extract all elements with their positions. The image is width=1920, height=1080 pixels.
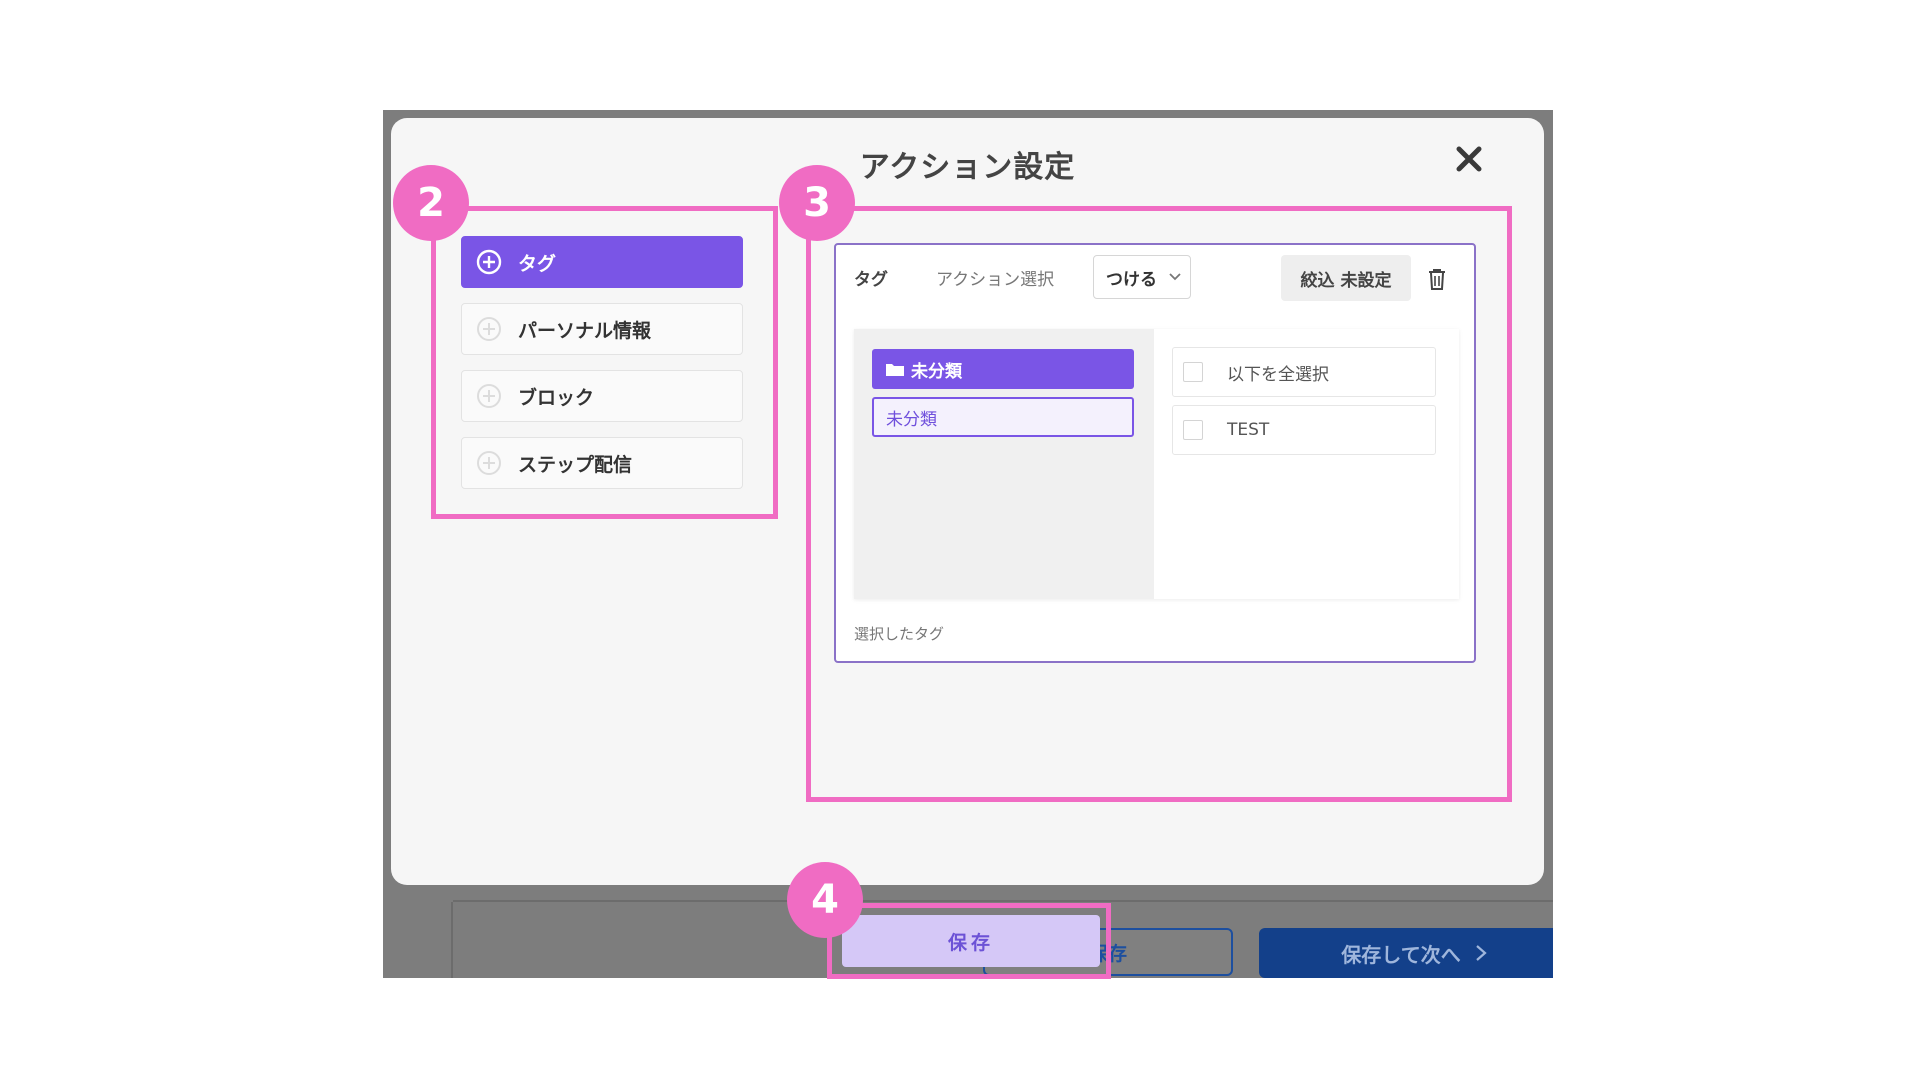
background-divider-vertical: [451, 902, 453, 978]
save-and-next-label: 保存して次へ: [1341, 942, 1461, 967]
annotation-badge-4: 4: [787, 862, 863, 938]
badge-number: 2: [417, 180, 445, 226]
badge-number: 4: [811, 877, 839, 923]
background-divider: [453, 900, 1553, 902]
annotation-box-3: [806, 206, 1512, 802]
save-button-label: 保存: [947, 931, 994, 954]
close-icon[interactable]: [1452, 142, 1486, 176]
badge-number: 3: [803, 180, 831, 226]
modal-title: アクション設定: [859, 150, 1076, 185]
annotation-badge-3: 3: [779, 165, 855, 241]
annotation-badge-2: 2: [393, 165, 469, 241]
chevron-right-icon: [1475, 945, 1487, 961]
save-button[interactable]: 保存: [842, 915, 1100, 967]
save-and-next-button[interactable]: 保存して次へ: [1259, 928, 1553, 978]
annotation-box-2: [431, 206, 778, 519]
